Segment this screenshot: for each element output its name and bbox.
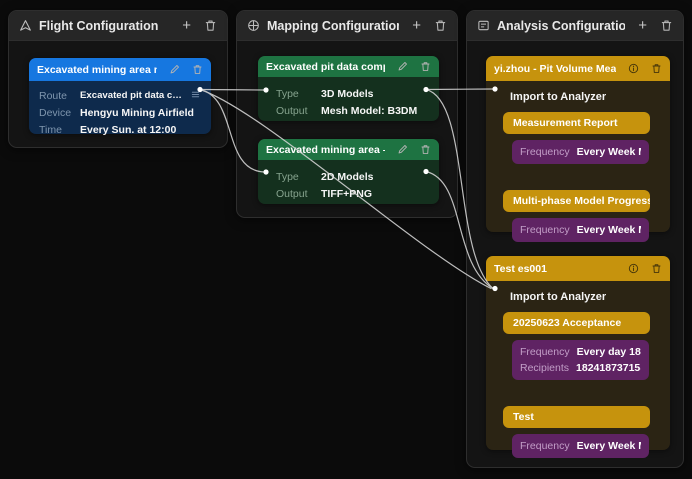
output-value: TIFF+PNG — [321, 188, 372, 200]
output-row: Output TIFF+PNG — [276, 185, 429, 202]
edit-icon[interactable] — [169, 64, 180, 75]
frequency-line: Frequency Every Week Mon., T... — [520, 222, 641, 238]
mapping-card-body: Type 3D Models Output Mesh Model: B3DM — [258, 77, 439, 125]
trash-icon[interactable] — [651, 263, 662, 274]
frequency-value: Every Week Mon., T... — [577, 146, 641, 158]
import-to-analyzer-row: Import to Analyzer — [510, 291, 660, 303]
frequency-value: Every Week Mon., T... — [577, 440, 641, 452]
report-meta: Frequency Every Week Mon., T... — [512, 218, 649, 242]
recipients-value: 18241873715@163.c... — [576, 362, 641, 374]
report-button[interactable]: Multi-phase Model Progress — [503, 190, 650, 212]
route-label: Route — [39, 90, 73, 102]
mapping-card-header: Excavated mining area – 2D — [258, 139, 439, 160]
frequency-line: Frequency Every Week Mon., T... — [520, 438, 641, 454]
mapping-card-3d[interactable]: Excavated pit data comparison Type 3D Mo… — [258, 56, 439, 121]
trash-icon[interactable] — [192, 64, 203, 75]
report-meta: Frequency Every day 18:30 Recipients 182… — [512, 340, 649, 380]
analysis-panel-title: Analysis Configuration — [497, 19, 625, 33]
analysis-card-header: Test es001 — [486, 256, 670, 281]
recipients-line: Recipients 18241873715@163.c... — [520, 360, 641, 376]
device-label: Device — [39, 107, 73, 119]
time-value: Every Sun. at 12:00 — [80, 124, 176, 136]
info-icon[interactable] — [628, 63, 639, 74]
analysis-card-title: yi.zhou - Pit Volume Measurement — [494, 63, 616, 75]
mapping-card-header: Excavated pit data comparison — [258, 56, 439, 77]
analysis-card-pit-volume[interactable]: yi.zhou - Pit Volume Measurement Import … — [486, 56, 670, 232]
analysis-panel-header: Analysis Configuration + — [467, 11, 683, 41]
output-row: Output Mesh Model: B3DM — [276, 102, 429, 119]
edit-icon[interactable] — [397, 144, 408, 155]
flight-delete-button[interactable] — [204, 19, 217, 32]
flight-panel-title: Flight Configuration — [39, 19, 169, 33]
analysis-delete-button[interactable] — [660, 19, 673, 32]
type-value: 3D Models — [321, 88, 374, 100]
route-row: Route Excavated pit data comparison - Co… — [39, 87, 201, 104]
recipients-label: Recipients — [520, 362, 569, 374]
flight-panel-header: Flight Configuration + — [9, 11, 227, 41]
mapping-card-title: Excavated pit data comparison — [266, 61, 385, 73]
mapping-card-body: Type 2D Models Output TIFF+PNG — [258, 160, 439, 208]
mapping-delete-button[interactable] — [434, 19, 447, 32]
flight-card-header: Excavated mining area modeling — [29, 58, 211, 81]
panel-flight-configuration: Flight Configuration + Excavated mining … — [8, 10, 228, 148]
compass-icon — [247, 19, 260, 32]
trash-icon[interactable] — [420, 61, 431, 72]
analysis-card-header: yi.zhou - Pit Volume Measurement — [486, 56, 670, 81]
flight-card-body: Route Excavated pit data comparison - Co… — [29, 81, 211, 144]
panel-analysis-configuration: Analysis Configuration + yi.zhou - Pit V… — [466, 10, 684, 468]
flight-task-card[interactable]: Excavated mining area modeling Route Exc… — [29, 58, 211, 134]
mapping-panel-title: Mapping Configuration — [267, 19, 399, 33]
info-icon[interactable] — [628, 263, 639, 274]
analysis-add-button[interactable]: + — [638, 18, 647, 33]
report-meta: Frequency Every Week Mon., T... — [512, 434, 649, 458]
type-label: Type — [276, 171, 314, 183]
device-value: Hengyu Mining Airfield — [80, 107, 194, 119]
drone-icon — [19, 19, 32, 32]
analysis-card-body: Import to Analyzer Measurement Report Fr… — [486, 81, 670, 254]
frequency-value: Every day 18:30 — [577, 346, 641, 358]
flight-card-title: Excavated mining area modeling — [37, 64, 157, 76]
import-to-analyzer-row: Import to Analyzer — [510, 91, 660, 103]
type-row: Type 3D Models — [276, 85, 429, 102]
mapping-panel-header: Mapping Configuration + — [237, 11, 457, 41]
analysis-card-title: Test es001 — [494, 263, 616, 275]
time-row: Time Every Sun. at 12:00 — [39, 121, 201, 138]
output-value: Mesh Model: B3DM — [321, 105, 417, 117]
mapping-card-title: Excavated mining area – 2D — [266, 144, 385, 156]
frequency-label: Frequency — [520, 146, 570, 158]
analysis-card-body: Import to Analyzer 20250623 Acceptance F… — [486, 281, 670, 470]
frequency-line: Frequency Every Week Mon., T... — [520, 144, 641, 160]
report-button[interactable]: Measurement Report — [503, 112, 650, 134]
type-label: Type — [276, 88, 314, 100]
frequency-value: Every Week Mon., T... — [577, 224, 641, 236]
flight-add-button[interactable]: + — [182, 18, 191, 33]
frequency-label: Frequency — [520, 346, 570, 358]
trash-icon[interactable] — [651, 63, 662, 74]
time-label: Time — [39, 124, 73, 136]
report-button[interactable]: Test — [503, 406, 650, 428]
report-meta: Frequency Every Week Mon., T... — [512, 140, 649, 164]
mapping-add-button[interactable]: + — [412, 18, 421, 33]
device-row: Device Hengyu Mining Airfield — [39, 104, 201, 121]
type-value: 2D Models — [321, 171, 374, 183]
type-row: Type 2D Models — [276, 168, 429, 185]
panel-mapping-configuration: Mapping Configuration + Excavated pit da… — [236, 10, 458, 218]
workflow-canvas: Flight Configuration + Excavated mining … — [0, 0, 692, 479]
report-icon — [477, 19, 490, 32]
frequency-label: Frequency — [520, 440, 570, 452]
analysis-card-test-es001[interactable]: Test es001 Import to Analyzer 20250623 A… — [486, 256, 670, 450]
output-label: Output — [276, 105, 314, 117]
report-button[interactable]: 20250623 Acceptance — [503, 312, 650, 334]
mapping-card-2d[interactable]: Excavated mining area – 2D Type 2D Model… — [258, 139, 439, 204]
trash-icon[interactable] — [420, 144, 431, 155]
edit-icon[interactable] — [397, 61, 408, 72]
route-value: Excavated pit data comparison - Copy — [80, 90, 183, 101]
output-label: Output — [276, 188, 314, 200]
frequency-label: Frequency — [520, 224, 570, 236]
frequency-line: Frequency Every day 18:30 — [520, 344, 641, 360]
route-list-icon[interactable] — [190, 87, 201, 104]
